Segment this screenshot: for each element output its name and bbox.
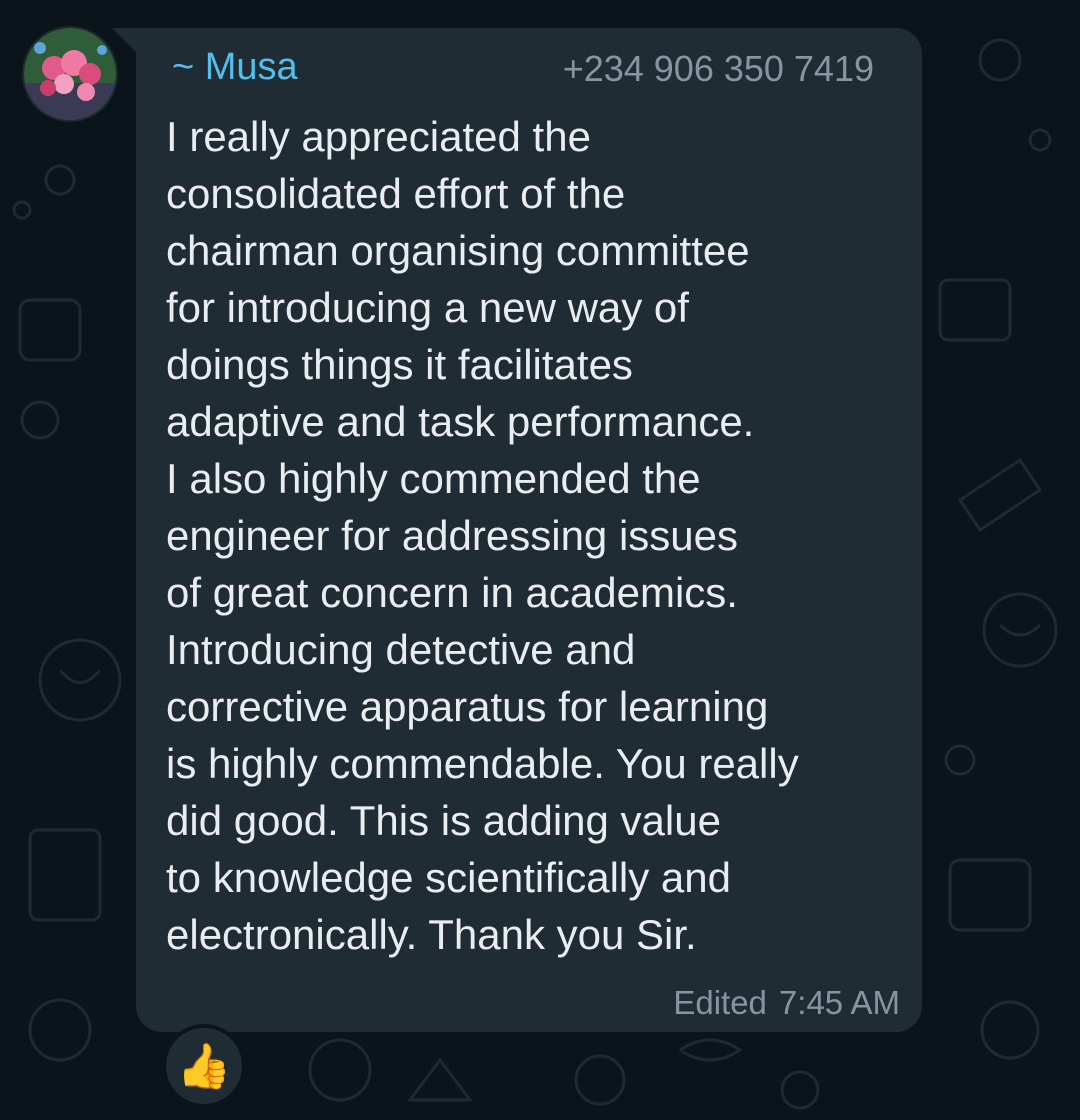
message-line: is highly commendable. You really [166, 740, 799, 787]
sender-avatar[interactable] [22, 26, 118, 122]
sender-phone: +234 906 350 7419 [562, 48, 874, 89]
message-line: did good. This is adding value [166, 797, 721, 844]
message-line: I also highly commended the [166, 455, 701, 502]
message-line: corrective apparatus for learning [166, 683, 769, 730]
message-line: I really appreciated the [166, 113, 591, 160]
message-line: for introducing a new way of [166, 284, 689, 331]
reaction-badge[interactable]: 👍 [162, 1024, 246, 1108]
message-line: adaptive and task performance. [166, 398, 755, 445]
message-time: 7:45 AM [778, 984, 900, 1021]
message-line: to knowledge scientifically and [166, 854, 731, 901]
message-text: I really appreciated the consolidated ef… [166, 108, 906, 963]
thumbs-up-icon: 👍 [176, 1042, 232, 1091]
sender-name[interactable]: ~ Musa [172, 46, 298, 89]
message-line: electronically. Thank you Sir. [166, 911, 697, 958]
bubble-tail [112, 28, 138, 54]
message-line: chairman organising committee [166, 227, 750, 274]
message-line: of great concern in academics. [166, 569, 738, 616]
message-line: doings things it facilitates [166, 341, 633, 388]
flower-photo-avatar [24, 28, 116, 120]
message-meta: Edited 7:45 AM [673, 984, 900, 1022]
edited-label: Edited [673, 984, 767, 1021]
message-line: engineer for addressing issues [166, 512, 739, 559]
message-line: Introducing detective and [166, 626, 636, 673]
message-line: consolidated effort of the [166, 170, 626, 217]
